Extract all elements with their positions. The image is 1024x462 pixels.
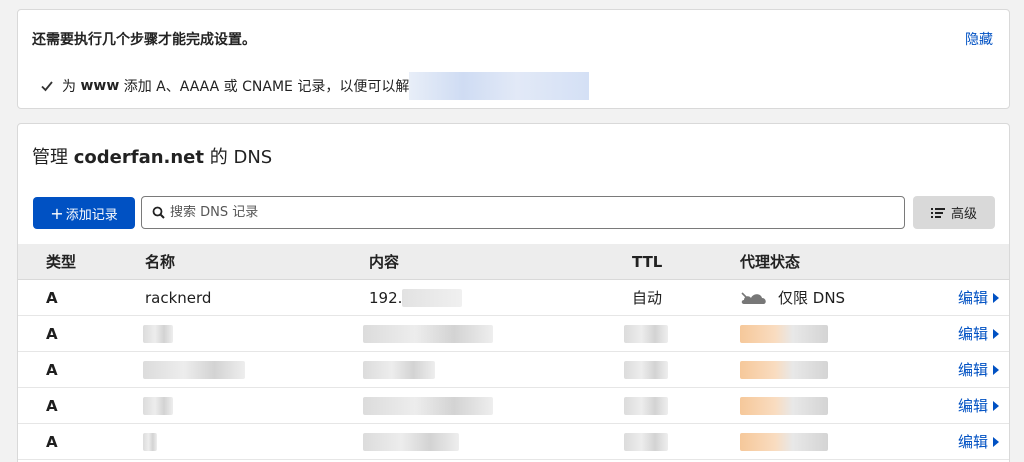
setup-notice-card: 还需要执行几个步骤才能完成设置。 隐藏 为 www 添加 A、AAAA 或 CN… (17, 9, 1010, 109)
record-type: A (46, 324, 58, 343)
record-type: A (46, 396, 58, 415)
check-icon (41, 81, 53, 92)
table-row[interactable]: A racknerd 192. 自动 仅限 DNS 编辑 (18, 280, 1009, 316)
record-name: racknerd (145, 288, 212, 307)
add-record-button[interactable]: + 添加记录 (33, 197, 135, 229)
table-row[interactable]: A 编辑 (18, 424, 1009, 460)
caret-right-icon (993, 364, 999, 375)
redacted-ttl (624, 433, 668, 451)
redacted-ttl (624, 361, 668, 379)
step-prefix: 为 (62, 79, 76, 95)
table-header: 类型 名称 内容 TTL 代理状态 (18, 244, 1009, 280)
advanced-button[interactable]: 高级 (913, 196, 995, 229)
record-type: A (46, 432, 58, 451)
title-prefix: 管理 (32, 147, 68, 168)
table-row[interactable]: A 编辑 (18, 388, 1009, 424)
edit-label: 编辑 (957, 361, 988, 379)
redacted-proxy (740, 433, 828, 451)
redacted-proxy (740, 325, 828, 343)
table-row[interactable]: A 编辑 (18, 316, 1009, 352)
setup-title: 还需要执行几个步骤才能完成设置。 (32, 32, 256, 48)
dns-records-table: 类型 名称 内容 TTL 代理状态 A racknerd 192. 自动 仅限 … (18, 244, 1009, 460)
redacted-name (143, 433, 157, 451)
dns-management-card: 管理 coderfan.net 的 DNS + 添加记录 高级 类型 名称 内容… (17, 123, 1010, 462)
search-box[interactable] (141, 196, 905, 229)
edit-label: 编辑 (957, 433, 988, 451)
redacted-content (363, 325, 493, 343)
record-ttl: 自动 (632, 289, 663, 307)
advanced-label: 高级 (950, 207, 977, 222)
record-type: A (46, 360, 58, 379)
domain-name: coderfan.net (73, 147, 204, 168)
step-bold: www (80, 78, 120, 94)
redacted-ttl (624, 397, 668, 415)
redacted-proxy (740, 397, 828, 415)
redacted-content (402, 289, 462, 307)
edit-label: 编辑 (957, 325, 988, 343)
redacted-content (363, 361, 435, 379)
record-content: 192. (369, 288, 403, 307)
setup-step: 为 www 添加 A、AAAA 或 CNAME 记录，以便可以解 (40, 72, 590, 100)
redacted-name (143, 361, 245, 379)
col-proxy[interactable]: 代理状态 (740, 251, 800, 272)
table-row[interactable]: A 编辑 (18, 352, 1009, 388)
redacted-ttl (624, 325, 668, 343)
caret-right-icon (993, 400, 999, 411)
page-title: 管理 coderfan.net 的 DNS (32, 143, 272, 169)
record-type: A (46, 288, 58, 307)
filter-list-icon (930, 207, 945, 218)
title-suffix: 的 DNS (209, 147, 273, 168)
redacted-content (363, 433, 459, 451)
search-icon (152, 206, 165, 219)
edit-button[interactable]: 编辑 (958, 323, 999, 344)
cloud-dns-only-icon (741, 291, 766, 304)
edit-button[interactable]: 编辑 (958, 359, 999, 380)
redacted-name (143, 325, 173, 343)
caret-right-icon (993, 292, 999, 303)
proxy-label: 仅限 DNS (778, 289, 846, 307)
redacted-text (409, 72, 590, 100)
edit-button[interactable]: 编辑 (958, 431, 999, 452)
col-name[interactable]: 名称 (145, 251, 175, 272)
plus-icon: + (50, 203, 64, 223)
step-text: 添加 A、AAAA 或 CNAME 记录，以便可以解 (123, 79, 410, 95)
col-type[interactable]: 类型 (46, 251, 76, 272)
proxy-status: 仅限 DNS (740, 287, 845, 308)
caret-right-icon (993, 328, 999, 339)
col-content[interactable]: 内容 (369, 251, 399, 272)
hide-link[interactable]: 隐藏 (965, 29, 993, 49)
redacted-content (363, 397, 493, 415)
redacted-name (143, 397, 173, 415)
add-record-label: 添加记录 (65, 207, 118, 223)
edit-button[interactable]: 编辑 (958, 395, 999, 416)
edit-label: 编辑 (957, 397, 988, 415)
caret-right-icon (993, 436, 999, 447)
edit-label: 编辑 (957, 289, 988, 307)
edit-button[interactable]: 编辑 (958, 287, 999, 308)
col-ttl[interactable]: TTL (632, 253, 662, 271)
search-input[interactable] (170, 205, 904, 220)
redacted-proxy (740, 361, 828, 379)
